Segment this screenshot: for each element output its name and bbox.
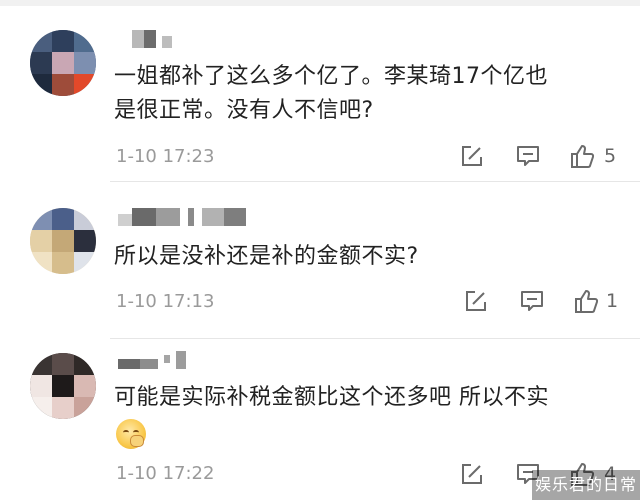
comment-actions: 5 xyxy=(458,142,628,170)
chat-bubble-icon xyxy=(521,291,543,311)
comment-text-line: 是很正常。没有人不信吧? xyxy=(114,98,374,123)
comment-timestamp: 1-10 17:13 xyxy=(116,291,215,312)
comment-text: 一姐都补了这么多个亿了。李某琦17个亿也 是很正常。没有人不信吧? xyxy=(114,60,614,128)
reply-button[interactable] xyxy=(458,460,486,488)
thumbs-up-icon xyxy=(575,290,599,313)
comment-text-line: 一姐都补了这么多个亿了。李某琦17个亿也 xyxy=(114,64,548,89)
comment-text-line: 可能是实际补税金额比这个还多吧 所以不实 xyxy=(114,385,549,410)
reply-button[interactable] xyxy=(458,142,486,170)
comment-timestamp: 1-10 17:22 xyxy=(116,463,215,484)
comment-timestamp: 1-10 17:23 xyxy=(116,146,215,167)
comment-text: 所以是没补还是补的金额不实? xyxy=(114,240,614,274)
like-count: 5 xyxy=(604,145,617,167)
comment-text-line: 所以是没补还是补的金额不实? xyxy=(114,244,419,269)
comment-item-1: 一姐都补了这么多个亿了。李某琦17个亿也 是很正常。没有人不信吧? 1-10 1… xyxy=(0,0,640,180)
comment-actions: 1 xyxy=(462,287,632,315)
like-button[interactable] xyxy=(568,142,596,170)
username-blurred[interactable] xyxy=(118,351,198,371)
avatar[interactable] xyxy=(30,30,96,96)
edit-square-icon xyxy=(462,464,482,484)
avatar[interactable] xyxy=(30,353,96,419)
watermark: 娱乐君的日常 xyxy=(532,470,640,500)
edit-square-icon xyxy=(462,146,482,166)
comment-button[interactable] xyxy=(518,287,546,315)
avatar[interactable] xyxy=(30,208,96,274)
chat-bubble-icon xyxy=(517,146,539,166)
username-blurred[interactable] xyxy=(118,208,268,228)
reply-button[interactable] xyxy=(462,287,490,315)
like-count: 1 xyxy=(606,290,619,312)
shushing-face-emoji xyxy=(116,419,146,449)
like-button[interactable] xyxy=(572,287,600,315)
thumbs-up-icon xyxy=(571,145,595,168)
comment-button[interactable] xyxy=(514,142,542,170)
username-blurred[interactable] xyxy=(118,30,178,50)
comment-text: 可能是实际补税金额比这个还多吧 所以不实 xyxy=(114,381,614,415)
edit-square-icon xyxy=(466,291,486,311)
comment-item-2: 所以是没补还是补的金额不实? 1-10 17:13 1 xyxy=(0,182,640,340)
